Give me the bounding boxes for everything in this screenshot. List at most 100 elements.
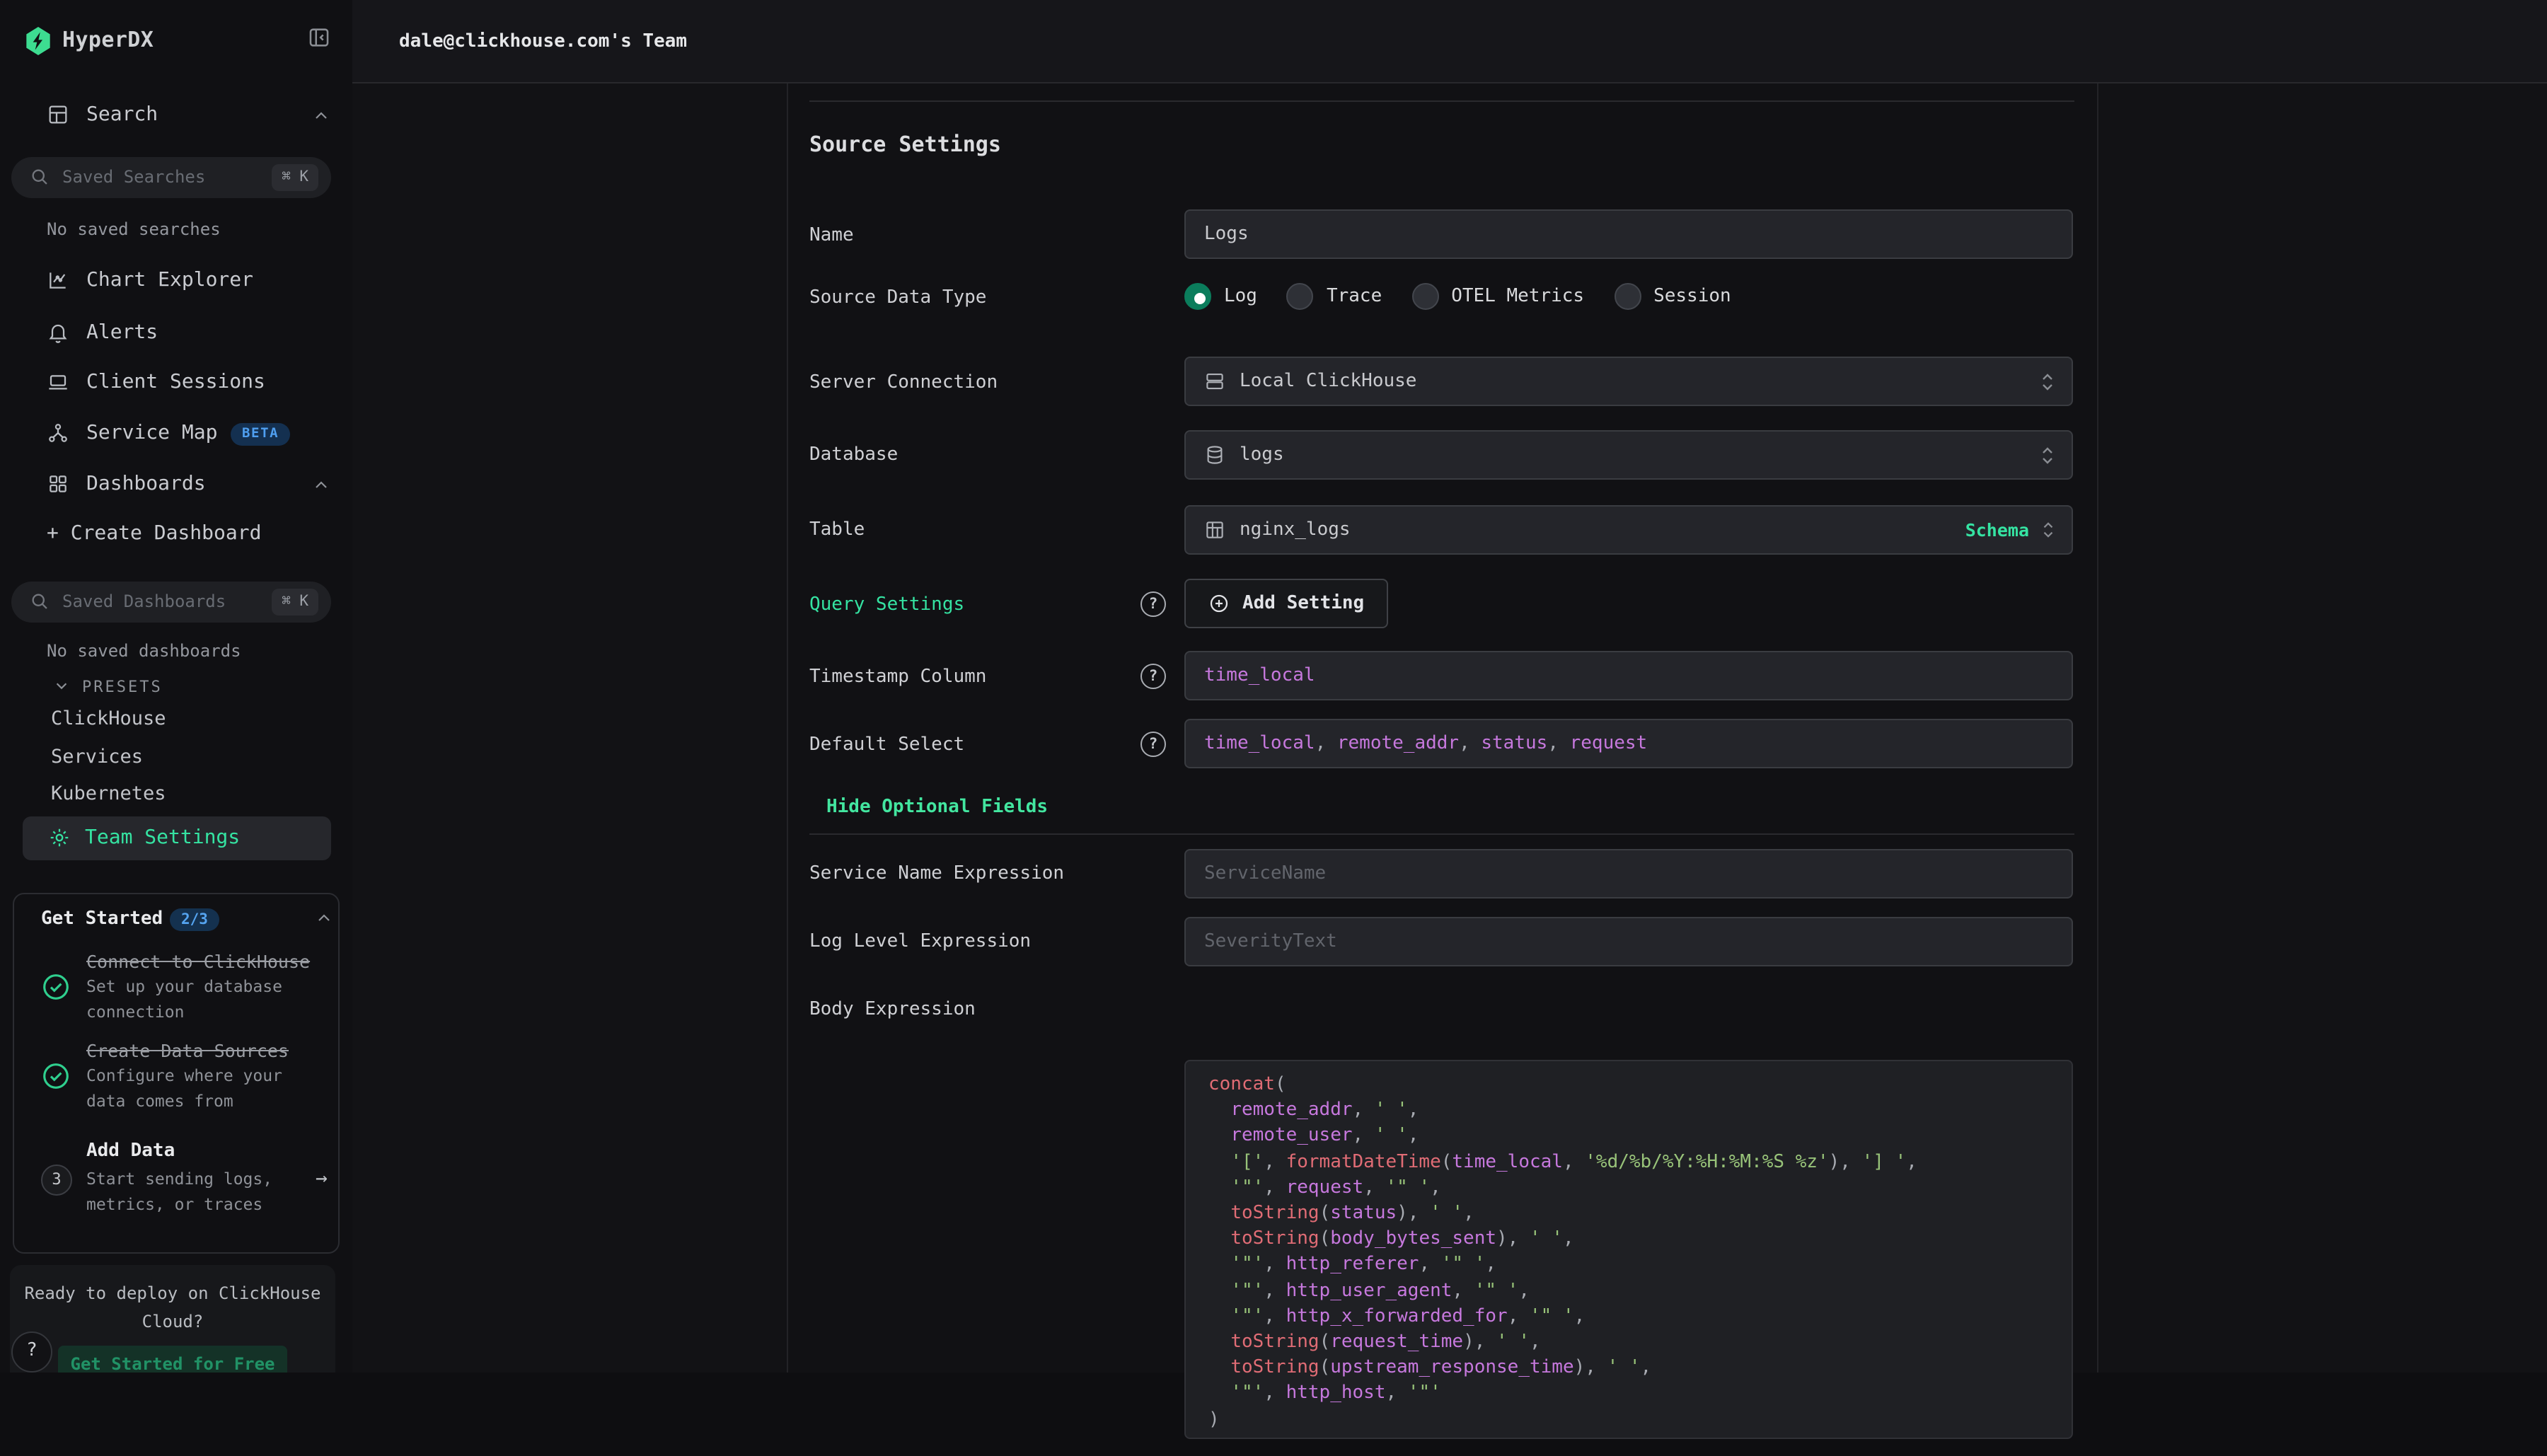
source-settings-panel: Source Settings Name Logs Source Data Ty…	[787, 83, 2098, 1373]
sidebar-item-client-sessions[interactable]: Client Sessions	[0, 364, 352, 403]
radio-log[interactable]: Log	[1184, 283, 1257, 310]
arrow-right-icon[interactable]: →	[316, 1167, 328, 1190]
database-label: Database	[809, 444, 898, 466]
server-connection-select[interactable]: Local ClickHouse	[1184, 357, 2073, 406]
sidebar-item-chart-explorer[interactable]: Chart Explorer	[0, 262, 352, 301]
query-settings-label: Query Settings	[809, 594, 964, 616]
cloud-promo-card: Ready to deploy on ClickHouse Cloud? Get…	[10, 1265, 335, 1373]
sidebar-collapse-icon[interactable]	[307, 25, 331, 50]
chevron-up-icon[interactable]	[313, 477, 330, 494]
app-title: HyperDX	[62, 27, 154, 52]
default-select-label: Default Select	[809, 734, 964, 756]
main-content: Source Settings Name Logs Source Data Ty…	[352, 83, 2547, 1373]
team-settings-label: Team Settings	[85, 826, 240, 849]
step-title[interactable]: Add Data	[86, 1140, 175, 1162]
get-started-title: Get Started	[41, 908, 163, 930]
step-title[interactable]: Create Data Sources	[86, 1040, 289, 1061]
sidebar-item-dashboards[interactable]: Dashboards	[0, 466, 352, 505]
server-connection-label: Server Connection	[809, 372, 998, 393]
help-button[interactable]: ?	[11, 1331, 52, 1373]
log-level-expression-input[interactable]: SeverityText	[1184, 917, 2073, 966]
gear-icon	[48, 826, 71, 849]
saved-dashboards-placeholder: Saved Dashboards	[62, 591, 226, 611]
get-started-progress-badge: 2/3	[170, 908, 219, 931]
body-expression-editor[interactable]: concat( remote_addr, ' ', remote_user, '…	[1184, 1060, 2073, 1439]
preset-item-services[interactable]: Services	[51, 746, 143, 768]
code-line: '"', http_user_agent, '" ',	[1208, 1278, 2049, 1304]
saved-dashboards-input[interactable]: Saved Dashboards ⌘ K	[11, 582, 331, 623]
check-circle-icon	[41, 1061, 71, 1091]
sidebar-item-label: Alerts	[86, 321, 158, 344]
chevron-up-icon[interactable]	[316, 910, 333, 927]
sidebar-item-label: Service Map	[86, 422, 217, 444]
bell-icon	[47, 321, 69, 344]
chevron-down-icon	[54, 678, 69, 693]
plus-circle-icon	[1208, 593, 1230, 614]
help-circle-icon[interactable]: ?	[1140, 591, 1166, 617]
saved-searches-input[interactable]: Saved Searches ⌘ K	[11, 157, 331, 198]
sidebar-item-label: Search	[86, 103, 158, 126]
sidebar-item-search[interactable]: Search	[0, 96, 352, 136]
sidebar-item-label: Client Sessions	[86, 371, 265, 393]
help-circle-icon[interactable]: ?	[1140, 664, 1166, 689]
radio-selected-icon	[1184, 283, 1211, 310]
preset-item-clickhouse[interactable]: ClickHouse	[51, 707, 166, 730]
check-circle-icon	[41, 972, 71, 1002]
default-select-input[interactable]: time_local, remote_addr, status, request	[1184, 719, 2073, 768]
step-desc: Start sending logs, metrics, or traces	[86, 1167, 299, 1217]
shortcut-badge: ⌘ K	[272, 589, 318, 616]
search-icon	[30, 591, 50, 611]
code-line: toString(body_bytes_sent), ' ',	[1208, 1227, 2049, 1252]
section-divider	[809, 833, 2074, 835]
hide-optional-fields-link[interactable]: Hide Optional Fields	[826, 797, 1048, 818]
hyperdx-logo-icon	[24, 25, 52, 57]
help-circle-icon[interactable]: ?	[1140, 732, 1166, 757]
section-title: Source Settings	[809, 132, 1001, 157]
code-line: toString(upstream_response_time), ' ',	[1208, 1356, 2049, 1381]
top-bar: dale@clickhouse.com's Team	[352, 0, 2547, 83]
radio-unselected-icon	[1287, 283, 1314, 310]
service-name-expression-input[interactable]: ServiceName	[1184, 849, 2073, 899]
code-line: toString(request_time), ' ',	[1208, 1330, 2049, 1356]
sidebar-item-alerts[interactable]: Alerts	[0, 314, 352, 354]
app-root: HyperDX Search Saved Searches ⌘ K No sav…	[0, 0, 2547, 1373]
team-title: dale@clickhouse.com's Team	[399, 31, 687, 52]
add-setting-button[interactable]: Add Setting	[1184, 579, 1388, 628]
presets-label: PRESETS	[82, 678, 163, 696]
code-line: '"', http_referer, '" ',	[1208, 1253, 2049, 1278]
table-select[interactable]: nginx_logs Schema	[1184, 505, 2073, 555]
get-started-card: Get Started 2/3 Connect to ClickHouse Se…	[13, 893, 340, 1254]
radio-unselected-icon	[1614, 283, 1641, 310]
sidebar-item-service-map[interactable]: Service Map BETA	[0, 415, 352, 454]
radio-otel-metrics[interactable]: OTEL Metrics	[1411, 283, 1584, 310]
name-input[interactable]: Logs	[1184, 209, 2073, 259]
search-icon	[30, 167, 50, 187]
code-line: concat(	[1208, 1073, 2049, 1098]
table-icon	[47, 103, 69, 126]
step-desc: Configure where your data comes from	[86, 1064, 299, 1114]
create-dashboard-label: + Create Dashboard	[47, 522, 261, 545]
database-select[interactable]: logs	[1184, 430, 2073, 480]
radio-trace[interactable]: Trace	[1287, 283, 1382, 310]
create-dashboard-button[interactable]: + Create Dashboard	[0, 515, 352, 555]
preset-item-kubernetes[interactable]: Kubernetes	[51, 782, 166, 805]
code-line: '"', request, '" ',	[1208, 1176, 2049, 1201]
step-title[interactable]: Connect to ClickHouse	[86, 951, 310, 972]
code-line: )	[1208, 1407, 2049, 1433]
source-data-type-label: Source Data Type	[809, 287, 986, 308]
sidebar-item-team-settings[interactable]: Team Settings	[23, 816, 331, 860]
get-started-free-button[interactable]: Get Started for Free	[58, 1346, 287, 1373]
name-label: Name	[809, 225, 854, 246]
schema-link[interactable]: Schema	[1965, 519, 2029, 541]
timestamp-column-input[interactable]: time_local	[1184, 651, 2073, 700]
code-line: '[', formatDateTime(time_local, '%d/%b/%…	[1208, 1150, 2049, 1175]
sidebar-item-label: Dashboards	[86, 473, 206, 495]
table-grid-icon	[1204, 519, 1225, 541]
step-desc: Set up your database connection	[86, 975, 299, 1024]
chevron-up-icon[interactable]	[313, 108, 330, 125]
radio-session[interactable]: Session	[1614, 283, 1731, 310]
source-data-type-radio-group: Log Trace OTEL Metrics Session	[1184, 283, 1731, 310]
code-line: toString(status), ' ',	[1208, 1201, 2049, 1227]
select-chevrons-icon	[2039, 371, 2056, 391]
code-line: remote_addr, ' ',	[1208, 1098, 2049, 1123]
